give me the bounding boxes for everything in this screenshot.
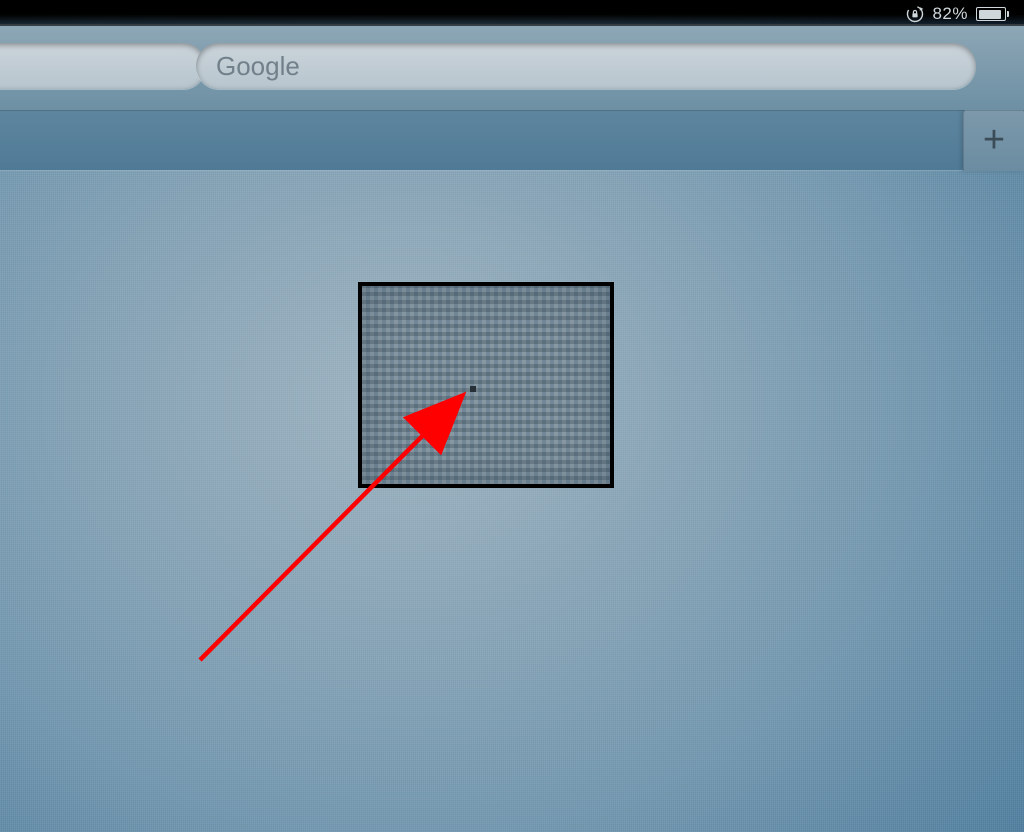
orientation-lock-icon <box>906 5 924 23</box>
new-tab-button[interactable]: + <box>963 108 1024 171</box>
tab-bar: + <box>0 108 1024 170</box>
address-field[interactable] <box>0 43 206 89</box>
device-screen: 82% Google + <box>0 0 1024 832</box>
battery-percent: 82% <box>932 4 968 24</box>
plus-icon: + <box>983 119 1005 162</box>
status-bar: 82% <box>906 3 1006 25</box>
search-placeholder: Google <box>216 51 300 82</box>
battery-icon <box>976 7 1006 21</box>
search-field[interactable]: Google <box>196 43 976 89</box>
bezel-top <box>0 0 1024 26</box>
page-content[interactable] <box>0 170 1024 832</box>
dead-pixel <box>470 389 472 391</box>
browser-toolbar: Google <box>0 24 1024 110</box>
